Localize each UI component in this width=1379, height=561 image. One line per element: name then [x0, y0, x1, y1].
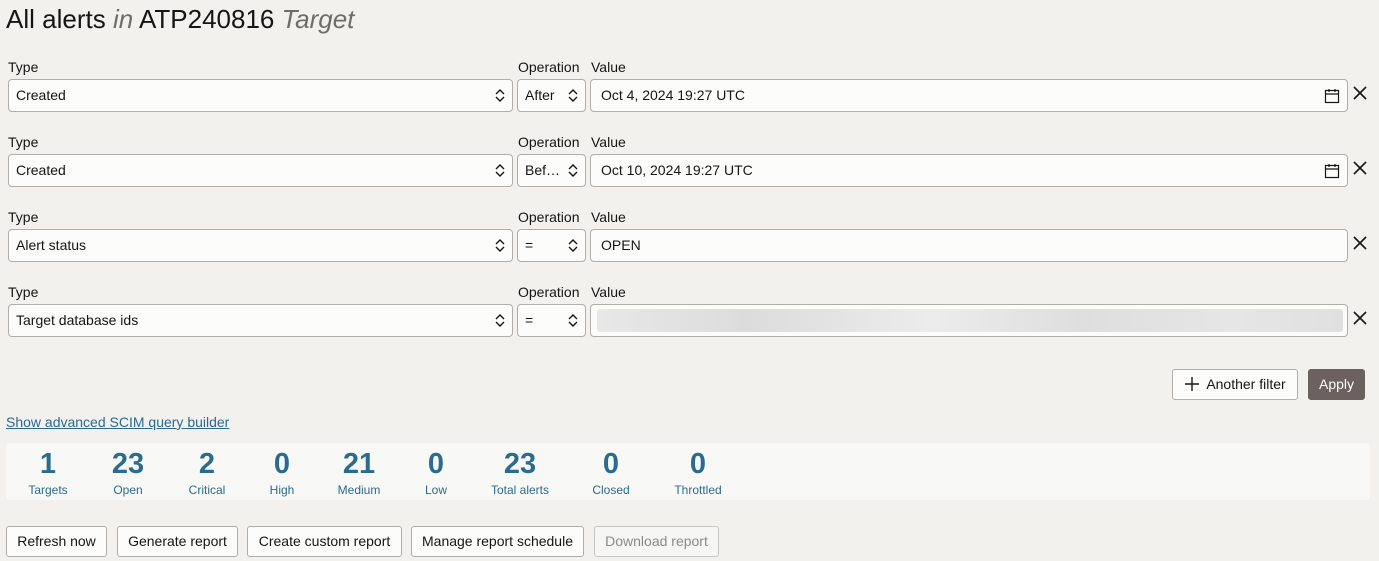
- value-label: Value: [591, 134, 626, 150]
- refresh-now-button[interactable]: Refresh now: [6, 526, 107, 557]
- type-select-value: Created: [16, 162, 66, 178]
- operation-select-value: After: [525, 87, 555, 103]
- chevron-updown-icon: [568, 164, 578, 177]
- type-label: Type: [8, 284, 39, 300]
- type-label: Type: [8, 134, 39, 150]
- chevron-updown-icon: [495, 314, 505, 327]
- value-input-text: OPEN: [601, 237, 641, 253]
- title-in: in: [112, 4, 134, 34]
- value-label: Value: [591, 59, 626, 75]
- chevron-updown-icon: [495, 239, 505, 252]
- value-label: Value: [591, 284, 626, 300]
- filter-row-3: Type Operation Value Alert status = OPEN: [0, 209, 1379, 284]
- type-select[interactable]: Created: [8, 154, 513, 187]
- chevron-updown-icon: [568, 314, 578, 327]
- date-value-input[interactable]: Oct 10, 2024 19:27 UTC: [590, 154, 1348, 187]
- operation-label: Operation: [518, 284, 580, 300]
- value-label: Value: [591, 209, 626, 225]
- operation-select-value: Bef…: [525, 162, 561, 178]
- value-input[interactable]: OPEN: [590, 229, 1348, 262]
- operation-select[interactable]: =: [517, 229, 586, 262]
- operation-select-value: =: [525, 312, 534, 328]
- filter-row-1: Type Operation Value Created After Oct 4…: [0, 59, 1379, 134]
- operation-select[interactable]: After: [517, 79, 586, 112]
- target-ids-input[interactable]: [590, 304, 1348, 337]
- operation-select-value: =: [525, 237, 534, 253]
- redacted-value: [597, 309, 1343, 332]
- create-custom-report-label: Create custom report: [258, 533, 391, 549]
- another-filter-label: Another filter: [1206, 376, 1286, 392]
- advanced-scim-link[interactable]: Show advanced SCIM query builder: [6, 414, 229, 430]
- type-select[interactable]: Alert status: [8, 229, 513, 262]
- date-value-input[interactable]: Oct 4, 2024 19:27 UTC: [590, 79, 1348, 112]
- manage-report-schedule-button[interactable]: Manage report schedule: [411, 526, 584, 557]
- date-value-text: Oct 4, 2024 19:27 UTC: [601, 87, 745, 103]
- title-target-name: ATP240816: [138, 4, 275, 34]
- chevron-updown-icon: [495, 89, 505, 102]
- filter-row-4: Type Operation Value Target database ids…: [0, 284, 1379, 359]
- chevron-updown-icon: [495, 164, 505, 177]
- operation-label: Operation: [518, 209, 580, 225]
- calendar-icon[interactable]: [1324, 163, 1340, 179]
- operation-label: Operation: [518, 59, 580, 75]
- apply-button[interactable]: Apply: [1308, 369, 1365, 400]
- remove-filter-icon[interactable]: [1353, 161, 1367, 175]
- manage-report-schedule-label: Manage report schedule: [422, 533, 573, 549]
- operation-select[interactable]: Bef…: [517, 154, 586, 187]
- date-value-text: Oct 10, 2024 19:27 UTC: [601, 162, 753, 178]
- chevron-updown-icon: [568, 89, 578, 102]
- chevron-updown-icon: [568, 239, 578, 252]
- download-report-label: Download report: [605, 533, 708, 549]
- plus-icon: [1185, 376, 1200, 391]
- type-select-value: Target database ids: [16, 312, 139, 328]
- generate-report-button[interactable]: Generate report: [117, 526, 238, 557]
- stat-value: 0: [689, 448, 707, 480]
- calendar-icon[interactable]: [1324, 88, 1340, 104]
- type-label: Type: [8, 59, 39, 75]
- stat-throttled[interactable]: 0 Throttled: [643, 443, 753, 497]
- operation-select[interactable]: =: [517, 304, 586, 337]
- create-custom-report-button[interactable]: Create custom report: [247, 526, 402, 557]
- type-select[interactable]: Target database ids: [8, 304, 513, 337]
- operation-label: Operation: [518, 134, 580, 150]
- download-report-button: Download report: [594, 526, 719, 557]
- remove-filter-icon[interactable]: [1353, 86, 1367, 100]
- type-select[interactable]: Created: [8, 79, 513, 112]
- type-label: Type: [8, 209, 39, 225]
- remove-filter-icon[interactable]: [1353, 236, 1367, 250]
- remove-filter-icon[interactable]: [1353, 311, 1367, 325]
- page-title: All alerts in ATP240816 Target: [6, 3, 354, 35]
- type-select-value: Created: [16, 87, 66, 103]
- generate-report-label: Generate report: [128, 533, 227, 549]
- alert-stats: 1 Targets 23 Open 2 Critical 0 High 21 M…: [6, 443, 1370, 500]
- type-select-value: Alert status: [16, 237, 87, 253]
- another-filter-button[interactable]: Another filter: [1172, 369, 1298, 400]
- refresh-now-label: Refresh now: [17, 533, 96, 549]
- filter-row-2: Type Operation Value Created Bef… Oct 10…: [0, 134, 1379, 209]
- apply-label: Apply: [1318, 376, 1355, 392]
- title-suffix: Target: [281, 4, 355, 34]
- title-prefix: All alerts: [6, 4, 106, 34]
- stat-label: Throttled: [674, 483, 722, 497]
